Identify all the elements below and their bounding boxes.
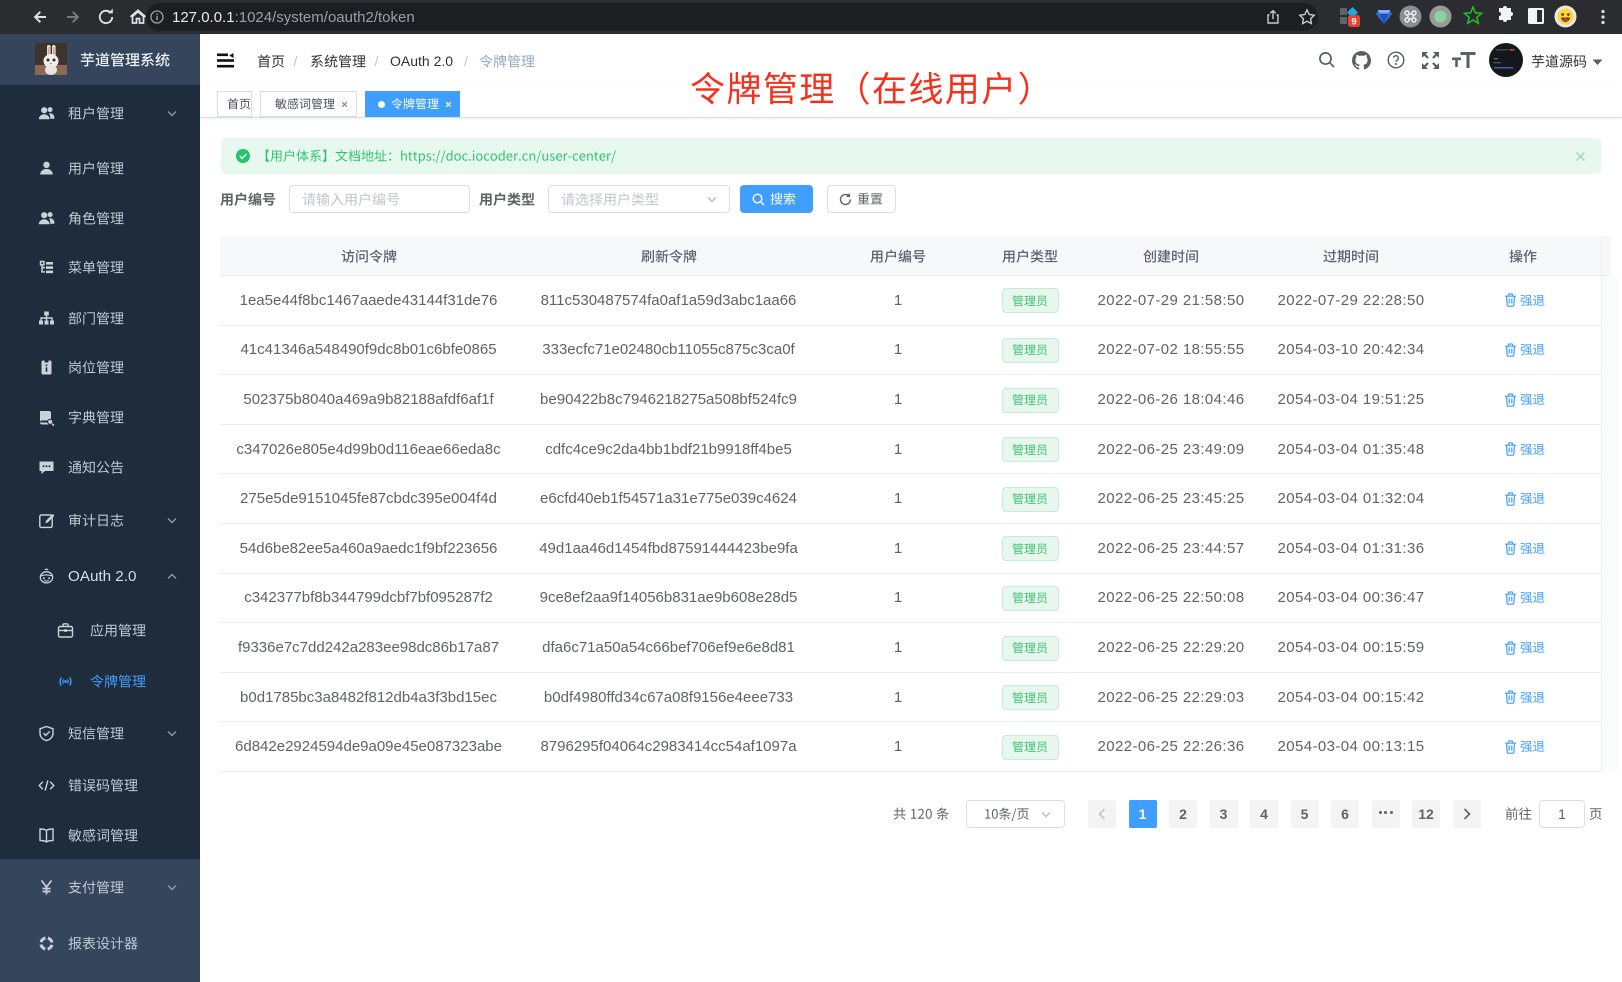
svg-text:9: 9 (1351, 17, 1356, 28)
